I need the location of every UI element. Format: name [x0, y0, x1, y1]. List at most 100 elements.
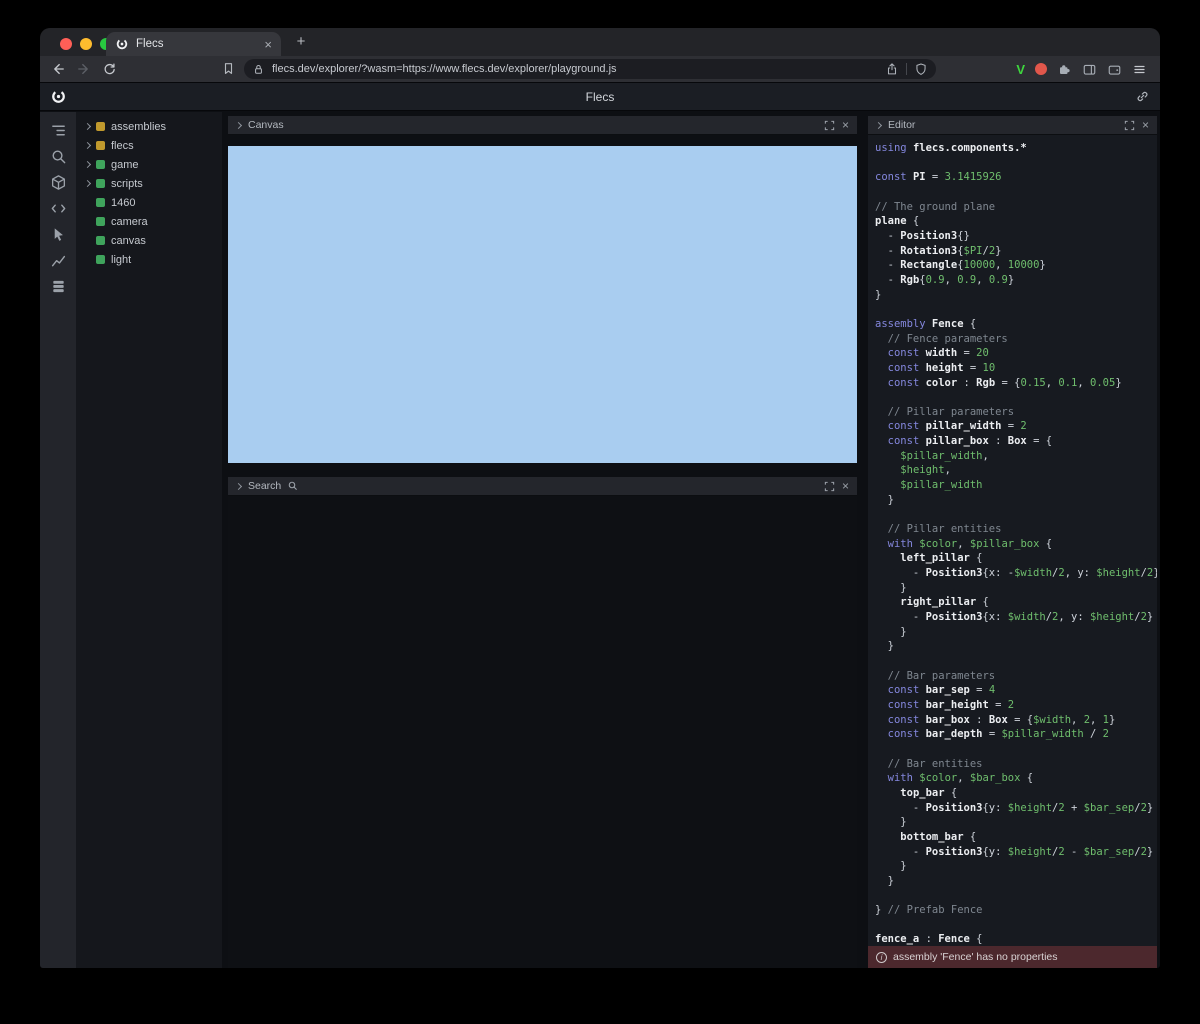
code-line[interactable]: } — [875, 815, 1157, 830]
chevron-right-icon[interactable] — [84, 161, 91, 168]
close-window-button[interactable] — [60, 38, 72, 50]
shield-icon[interactable] — [914, 62, 928, 76]
code-line[interactable]: const bar_depth = $pillar_width / 2 — [875, 727, 1157, 742]
code-icon[interactable] — [50, 200, 67, 217]
code-line[interactable] — [875, 185, 1157, 200]
expand-panel-icon[interactable] — [1124, 120, 1135, 131]
code-line[interactable]: - Position3{x: $width/2, y: $height/2} — [875, 610, 1157, 625]
bookmark-icon[interactable] — [221, 61, 236, 76]
tree-item-canvas[interactable]: canvas — [76, 231, 222, 250]
forward-icon[interactable] — [76, 61, 92, 77]
record-dot-icon[interactable] — [1035, 63, 1047, 75]
tree-item-assemblies[interactable]: assemblies — [76, 117, 222, 136]
chart-icon[interactable] — [50, 252, 67, 269]
reload-icon[interactable] — [102, 62, 117, 77]
code-line[interactable]: const pillar_box : Box = { — [875, 434, 1157, 449]
code-line[interactable]: } — [875, 493, 1157, 508]
code-line[interactable]: with $color, $pillar_box { — [875, 537, 1157, 552]
code-line[interactable]: } — [875, 581, 1157, 596]
code-line[interactable]: plane { — [875, 214, 1157, 229]
code-line[interactable]: const width = 20 — [875, 346, 1157, 361]
expand-panel-icon[interactable] — [824, 481, 835, 492]
chevron-right-icon[interactable] — [84, 180, 91, 187]
browser-tab-flecs[interactable]: Flecs × — [106, 32, 281, 56]
tree-item-camera[interactable]: camera — [76, 212, 222, 231]
search-icon[interactable] — [50, 148, 67, 165]
code-line[interactable]: - Rectangle{10000, 10000} — [875, 258, 1157, 273]
code-line[interactable]: // Pillar parameters — [875, 405, 1157, 420]
inspect-cursor-icon[interactable] — [50, 226, 67, 243]
code-line[interactable]: } — [875, 639, 1157, 654]
code-line[interactable]: $pillar_width, — [875, 449, 1157, 464]
close-panel-icon[interactable]: × — [842, 480, 849, 492]
code-line[interactable]: right_pillar { — [875, 595, 1157, 610]
code-line[interactable]: const bar_box : Box = {$width, 2, 1} — [875, 713, 1157, 728]
code-line[interactable]: const height = 10 — [875, 361, 1157, 376]
code-line[interactable] — [875, 156, 1157, 171]
close-panel-icon[interactable]: × — [842, 119, 849, 131]
expand-panel-icon[interactable] — [824, 120, 835, 131]
code-line[interactable]: assembly Fence { — [875, 317, 1157, 332]
close-tab-icon[interactable]: × — [264, 38, 272, 51]
close-panel-icon[interactable]: × — [1142, 119, 1149, 131]
code-line[interactable]: // Bar parameters — [875, 669, 1157, 684]
code-line[interactable] — [875, 302, 1157, 317]
extensions-puzzle-icon[interactable] — [1057, 62, 1072, 77]
code-line[interactable]: - Rotation3{$PI/2} — [875, 244, 1157, 259]
url-bar[interactable]: flecs.dev/explorer/?wasm=https://www.fle… — [244, 59, 936, 79]
code-line[interactable]: top_bar { — [875, 786, 1157, 801]
back-icon[interactable] — [50, 61, 66, 77]
code-line[interactable]: with $color, $bar_box { — [875, 771, 1157, 786]
chevron-right-icon[interactable] — [235, 482, 242, 489]
code-line[interactable]: - Position3{y: $height/2 - $bar_sep/2} — [875, 845, 1157, 860]
code-editor-content[interactable]: using flecs.components.* const PI = 3.14… — [868, 135, 1157, 946]
code-line[interactable]: - Position3{} — [875, 229, 1157, 244]
tree-item-scripts[interactable]: scripts — [76, 174, 222, 193]
code-line[interactable]: // The ground plane — [875, 200, 1157, 215]
code-line[interactable]: } // Prefab Fence — [875, 903, 1157, 918]
code-line[interactable]: bottom_bar { — [875, 830, 1157, 845]
chevron-right-icon[interactable] — [235, 121, 242, 128]
chevron-right-icon[interactable] — [875, 121, 882, 128]
code-line[interactable] — [875, 507, 1157, 522]
v-logo-icon[interactable]: V — [1016, 62, 1025, 77]
canvas-viewport[interactable] — [228, 146, 857, 463]
sidebar-toggle-icon[interactable] — [1082, 62, 1097, 77]
code-line[interactable]: } — [875, 288, 1157, 303]
chevron-right-icon[interactable] — [84, 142, 91, 149]
link-icon[interactable] — [1135, 89, 1150, 104]
code-line[interactable]: - Rgb{0.9, 0.9, 0.9} — [875, 273, 1157, 288]
code-line[interactable]: $pillar_width — [875, 478, 1157, 493]
code-line[interactable] — [875, 390, 1157, 405]
code-line[interactable]: } — [875, 859, 1157, 874]
code-line[interactable]: const bar_height = 2 — [875, 698, 1157, 713]
new-tab-button[interactable]: + — [292, 33, 310, 51]
code-line[interactable]: $height, — [875, 463, 1157, 478]
code-line[interactable]: const color : Rgb = {0.15, 0.1, 0.05} — [875, 376, 1157, 391]
stack-icon[interactable] — [50, 278, 67, 295]
tree-item-light[interactable]: light — [76, 250, 222, 269]
code-line[interactable]: } — [875, 874, 1157, 889]
code-line[interactable]: - Position3{y: $height/2 + $bar_sep/2} — [875, 801, 1157, 816]
chevron-right-icon[interactable] — [84, 123, 91, 130]
code-line[interactable]: // Pillar entities — [875, 522, 1157, 537]
code-line[interactable] — [875, 918, 1157, 933]
code-line[interactable] — [875, 888, 1157, 903]
code-line[interactable] — [875, 742, 1157, 757]
code-line[interactable]: const bar_sep = 4 — [875, 683, 1157, 698]
share-icon[interactable] — [885, 62, 899, 76]
code-line[interactable]: const pillar_width = 2 — [875, 419, 1157, 434]
code-line[interactable]: // Bar entities — [875, 757, 1157, 772]
code-line[interactable]: - Position3{x: -$width/2, y: $height/2} — [875, 566, 1157, 581]
code-line[interactable]: const PI = 3.1415926 — [875, 170, 1157, 185]
code-line[interactable]: } — [875, 625, 1157, 640]
menu-icon[interactable] — [1132, 62, 1147, 77]
code-line[interactable]: using flecs.components.* — [875, 141, 1157, 156]
code-line[interactable] — [875, 654, 1157, 669]
code-line[interactable]: left_pillar { — [875, 551, 1157, 566]
tree-item-1460[interactable]: 1460 — [76, 193, 222, 212]
minimize-window-button[interactable] — [80, 38, 92, 50]
tree-item-game[interactable]: game — [76, 155, 222, 174]
cube-icon[interactable] — [50, 174, 67, 191]
code-line[interactable]: fence_a : Fence { — [875, 932, 1157, 946]
